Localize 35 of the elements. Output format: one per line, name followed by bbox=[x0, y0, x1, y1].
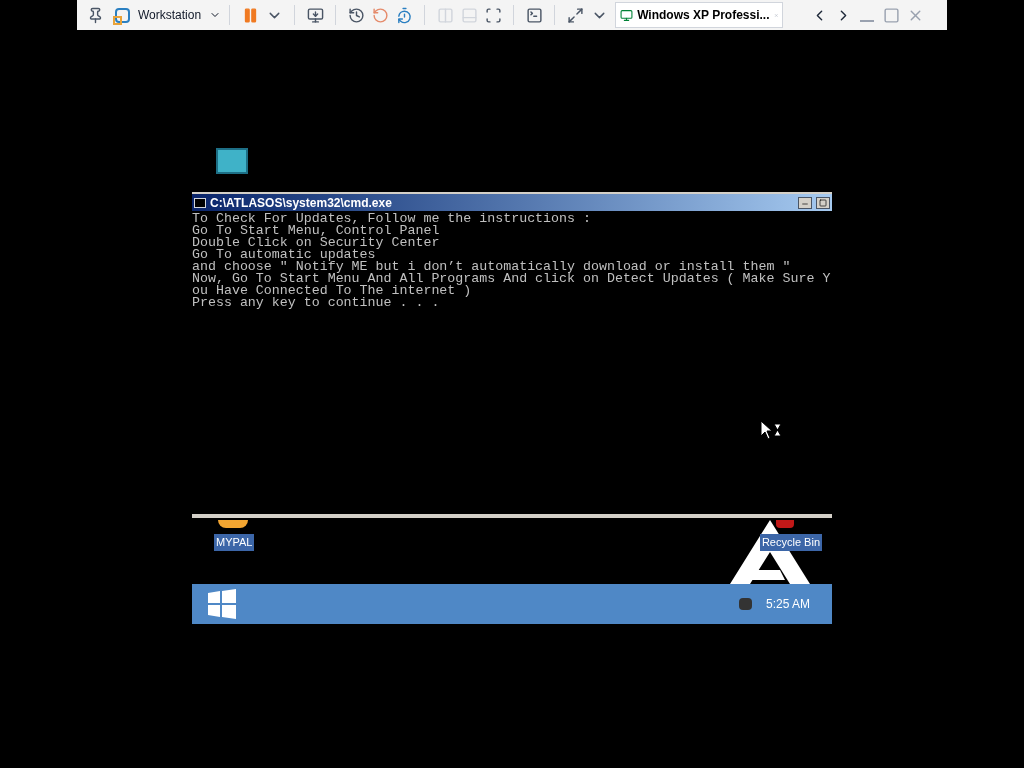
maximize-icon bbox=[819, 198, 827, 207]
console-line: Go To Start Menu, Control Panel bbox=[192, 225, 441, 237]
minimize-icon bbox=[860, 20, 875, 22]
workstation-logo-icon bbox=[115, 7, 130, 23]
console-line: Press any key to continue . . . bbox=[192, 297, 441, 309]
send-keys-icon bbox=[306, 6, 324, 24]
start-button[interactable] bbox=[206, 588, 238, 620]
panel-icon bbox=[460, 6, 478, 24]
monitor-icon bbox=[620, 8, 634, 22]
snapshot-icon bbox=[347, 6, 365, 24]
icon-label[interactable]: Recycle Bin bbox=[759, 534, 822, 551]
console-line: ou Have Connected To The internet ) bbox=[192, 285, 472, 297]
console-line: Go To automatic updates bbox=[192, 249, 376, 261]
revert-icon bbox=[371, 6, 389, 24]
workstation-menu[interactable]: Workstation bbox=[138, 6, 222, 24]
console-line: Now, Go To Start Menu And All Programs And click on Detect Updates ( Make Sure Y bbox=[192, 273, 832, 285]
console-line: To Check For Updates, Follow me the instructions : bbox=[192, 213, 592, 225]
console-line: Double Click on Security Center bbox=[192, 237, 441, 249]
icon-label[interactable]: MYPAL bbox=[214, 534, 255, 551]
snapshot-manager-icon bbox=[395, 6, 413, 24]
clock[interactable]: 5:25 AM bbox=[765, 595, 810, 613]
maximize-button[interactable] bbox=[816, 196, 830, 209]
vm-tab[interactable]: Windows XP Professi... bbox=[615, 2, 784, 28]
console-line: and choose " Notify ME but i don’t automatically download or install them " bbox=[192, 261, 791, 273]
sidebar-icon bbox=[436, 6, 454, 24]
tray-icon[interactable] bbox=[738, 598, 752, 610]
fit-icon bbox=[484, 6, 502, 24]
minimize-button[interactable] bbox=[798, 196, 812, 209]
computer-icon bbox=[216, 148, 248, 174]
console-icon bbox=[525, 6, 543, 24]
maximize-icon bbox=[882, 6, 900, 24]
window-title: C:\ATLASOS\system32\cmd.exe bbox=[210, 194, 392, 212]
mouse-cursor-icon bbox=[760, 420, 782, 440]
fullscreen-icon bbox=[566, 6, 584, 24]
cmd-icon bbox=[194, 197, 206, 208]
